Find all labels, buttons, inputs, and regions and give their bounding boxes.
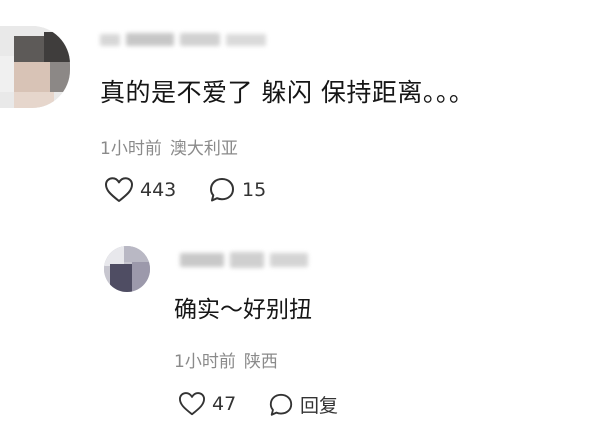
reply-like-button[interactable]: 47 <box>178 391 236 417</box>
comment-bubble-icon <box>268 392 294 418</box>
comment-item: 真的是不爱了 躲闪 保持距离。。。 1小时前 澳大利亚 443 15 <box>0 0 610 230</box>
reply-button[interactable]: 回复 <box>268 391 338 418</box>
reply-meta: 1小时前 陕西 <box>174 347 278 372</box>
reply-location: 陕西 <box>243 352 278 372</box>
comment-text: 真的是不爱了 躲闪 保持距离。。。 <box>100 78 475 107</box>
comment-time: 1小时前 <box>100 139 162 159</box>
reply-time: 1小时前 <box>174 352 236 372</box>
comment-bubble-icon <box>208 176 236 204</box>
comment-meta: 1小时前 澳大利亚 <box>100 134 238 159</box>
reply-avatar[interactable] <box>104 246 150 292</box>
heart-icon <box>104 176 134 204</box>
reply-text: 确实～好别扭 <box>174 297 312 323</box>
reply-like-count: 47 <box>212 393 237 415</box>
reply-username[interactable] <box>180 250 310 272</box>
avatar[interactable] <box>0 26 70 108</box>
username[interactable] <box>100 30 268 48</box>
reply-count-button[interactable]: 15 <box>208 176 266 204</box>
heart-icon <box>178 391 206 417</box>
reply-count: 15 <box>242 179 267 201</box>
reply-label: 回复 <box>300 395 339 417</box>
like-button[interactable]: 443 <box>104 176 176 204</box>
comment-location: 澳大利亚 <box>169 139 238 159</box>
like-count: 443 <box>140 179 177 201</box>
